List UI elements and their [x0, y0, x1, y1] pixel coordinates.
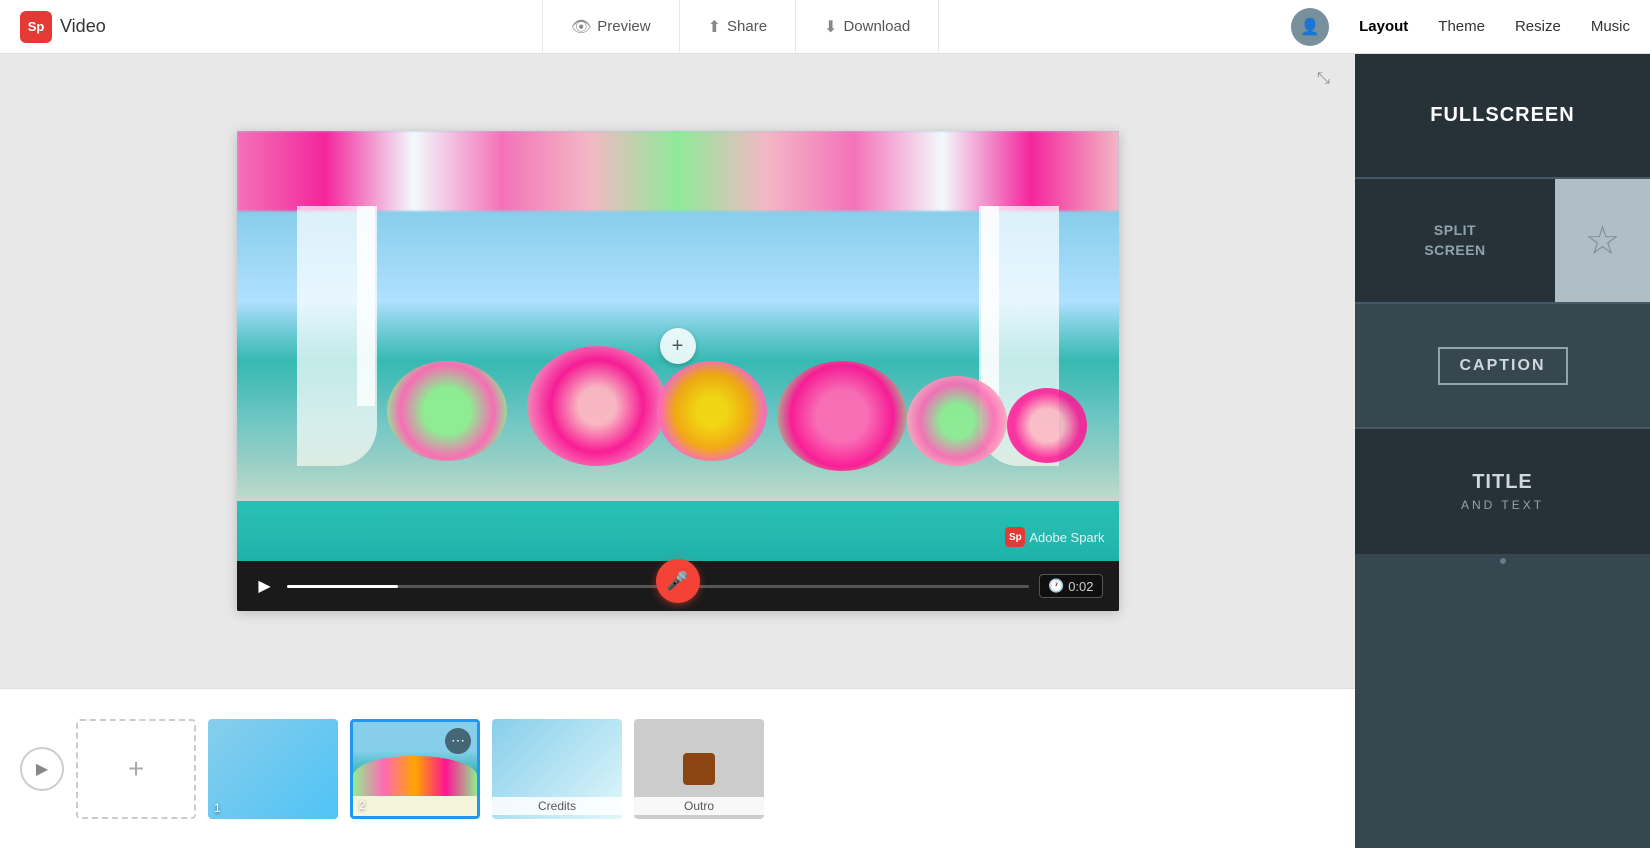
- progress-fill: [287, 585, 398, 588]
- video-frame: + Sp Adobe Spark ▶ 🎤: [237, 131, 1119, 611]
- share-label: Share: [727, 18, 767, 35]
- header-right-nav: Layout Theme Resize Music: [1359, 18, 1630, 35]
- slide-outro-icon: [683, 753, 715, 785]
- microphone-button[interactable]: 🎤: [656, 559, 700, 603]
- play-button[interactable]: ▶: [253, 574, 277, 598]
- time-value: 0:02: [1068, 579, 1093, 594]
- layout-title-text[interactable]: TITLE AND TEXT: [1355, 429, 1650, 554]
- layout-caption-box: CAPTION: [1438, 347, 1568, 385]
- watermark: Sp Adobe Spark: [1005, 527, 1104, 547]
- mic-icon: 🎤: [666, 571, 688, 592]
- download-button[interactable]: ⬇ Download: [796, 0, 939, 54]
- slide-1-background: [208, 719, 338, 819]
- layout-split-screen[interactable]: SPLITSCREEN ☆: [1355, 179, 1650, 304]
- expand-icon[interactable]: ⤡: [1317, 70, 1339, 92]
- add-element-button[interactable]: +: [660, 328, 696, 364]
- logo-area: Sp Video: [0, 11, 200, 43]
- tab-theme[interactable]: Theme: [1438, 18, 1485, 35]
- layout-fullscreen-label: FULLSCREEN: [1430, 104, 1574, 127]
- canvas-area: ⤡: [0, 54, 1355, 848]
- header-nav: 👁 Preview ⬆ Share ⬇ Download: [200, 0, 1281, 54]
- bouquet-4: [777, 361, 907, 471]
- download-icon: ⬇: [824, 17, 837, 37]
- slide-outro[interactable]: Outro: [634, 719, 764, 819]
- app-title: Video: [60, 16, 106, 37]
- timeline-play-icon: ▶: [36, 759, 48, 779]
- star-icon: ☆: [1585, 218, 1621, 264]
- main: ⤡: [0, 54, 1650, 848]
- watermark-text: Adobe Spark: [1029, 530, 1104, 545]
- preview-button[interactable]: 👁 Preview: [542, 0, 680, 54]
- slide-1[interactable]: 1: [208, 719, 338, 819]
- layout-fullscreen[interactable]: FULLSCREEN: [1355, 54, 1650, 179]
- slide-2-flowers: [353, 756, 477, 796]
- preview-label: Preview: [597, 18, 650, 35]
- slide-2-number: 2: [359, 798, 366, 812]
- avatar-icon: 👤: [1300, 17, 1320, 37]
- layout-subtitle-label: AND TEXT: [1461, 498, 1544, 512]
- slide-1-number: 1: [214, 801, 221, 815]
- bouquet-1: [387, 361, 507, 461]
- layout-split-screen-label: SPLITSCREEN: [1424, 221, 1485, 260]
- slide-credits[interactable]: Credits: [492, 719, 622, 819]
- plus-icon: +: [672, 335, 684, 358]
- timeline-play-button[interactable]: ▶: [20, 747, 64, 791]
- bouquet-6: [1007, 388, 1087, 463]
- add-slide-button[interactable]: +: [76, 719, 196, 819]
- tab-resize[interactable]: Resize: [1515, 18, 1561, 35]
- tab-layout[interactable]: Layout: [1359, 18, 1408, 35]
- tab-music[interactable]: Music: [1591, 18, 1630, 35]
- layout-caption[interactable]: CAPTION: [1355, 304, 1650, 429]
- scroll-indicator: [1500, 558, 1506, 564]
- download-label: Download: [843, 18, 910, 35]
- bouquet-2: [527, 346, 667, 466]
- layout-caption-label: CAPTION: [1460, 357, 1546, 374]
- timeline: ▶ + 1 ⋯ 2 Credits: [0, 688, 1355, 848]
- share-button[interactable]: ⬆ Share: [680, 0, 796, 54]
- clock-icon: 🕐: [1048, 578, 1064, 594]
- logo-icon: Sp: [20, 11, 52, 43]
- slide-options-button[interactable]: ⋯: [445, 728, 471, 754]
- slide-2[interactable]: ⋯ 2: [350, 719, 480, 819]
- add-slide-icon: +: [128, 753, 144, 785]
- share-icon: ⬆: [708, 17, 721, 37]
- layout-split-screen-right: ☆: [1555, 179, 1650, 302]
- slide-outro-label: Outro: [634, 797, 764, 815]
- watermark-logo: Sp: [1005, 527, 1025, 547]
- slide-credits-label: Credits: [492, 797, 622, 815]
- video-image: + Sp Adobe Spark: [237, 131, 1119, 561]
- right-panel: FULLSCREEN SPLITSCREEN ☆ CAPTION TITLE A…: [1355, 54, 1650, 848]
- floral-arch-top: [237, 131, 1119, 211]
- video-controls: ▶ 🎤 🕐 0:02: [237, 561, 1119, 611]
- bouquet-3: [657, 361, 767, 461]
- header: Sp Video 👁 Preview ⬆ Share ⬇ Download 👤 …: [0, 0, 1650, 54]
- layout-split-screen-left: SPLITSCREEN: [1355, 179, 1555, 302]
- preview-icon: 👁: [571, 17, 591, 37]
- layout-title-label: TITLE: [1472, 471, 1533, 494]
- bouquet-5: [907, 376, 1007, 466]
- time-display: 🕐 0:02: [1039, 574, 1103, 598]
- user-avatar[interactable]: 👤: [1291, 8, 1329, 46]
- header-right: 👤 Layout Theme Resize Music: [1281, 8, 1650, 46]
- video-container: ⤡: [0, 54, 1355, 688]
